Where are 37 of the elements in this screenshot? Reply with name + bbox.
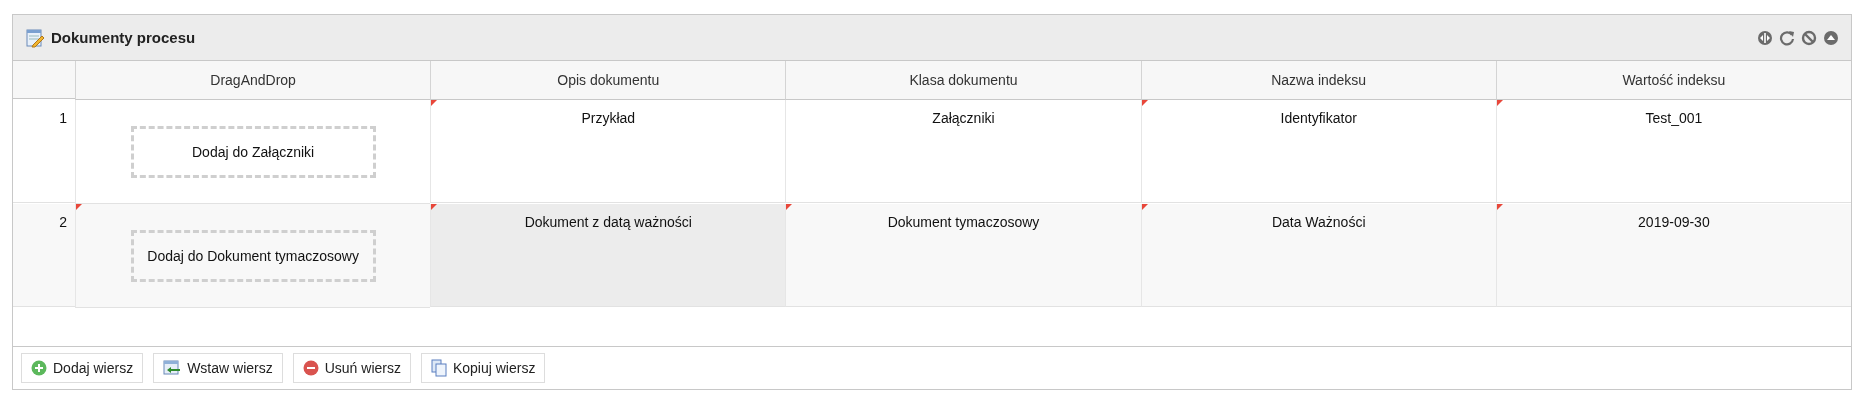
row-number: 2 — [13, 204, 75, 307]
copy-icon — [430, 359, 447, 377]
drop-zone[interactable]: Dodaj do Dokument tymaczosowy — [130, 229, 376, 282]
drop-zone[interactable]: Dodaj do Załączniki — [130, 125, 376, 178]
modified-marker — [76, 204, 82, 210]
refresh-icon[interactable] — [1779, 29, 1795, 46]
modified-marker — [786, 204, 793, 210]
cell-text: Data Ważności — [1271, 214, 1366, 230]
column-header[interactable]: Opis dokumentu — [430, 61, 786, 100]
cell-text: Przykład — [581, 110, 636, 126]
notepad-pencil-icon — [25, 27, 45, 48]
modified-marker — [1141, 100, 1148, 106]
column-header[interactable]: Wartość indeksu — [1495, 61, 1851, 100]
toolbar-button[interactable]: Wstaw wiersz — [153, 353, 283, 383]
cancel-icon[interactable] — [1801, 29, 1817, 46]
plus-icon — [31, 360, 47, 376]
cell-text: Dokument z datą ważności — [524, 214, 692, 230]
minus-icon — [302, 360, 319, 376]
cell-text: Test_001 — [1645, 110, 1703, 126]
column-header[interactable]: Klasa dokumentu — [785, 61, 1141, 100]
column-header[interactable]: DragAndDrop — [75, 61, 431, 100]
toolbar-button[interactable]: Usuń wiersz — [292, 353, 411, 383]
modified-marker — [431, 100, 438, 106]
cell-text: Dokument tymaczosowy — [887, 214, 1040, 230]
modified-marker — [1496, 204, 1503, 210]
column-header[interactable]: Nazwa indeksu — [1140, 61, 1496, 100]
cell-text: 2019-09-30 — [1638, 214, 1710, 230]
panel-title: Dokumenty procesu — [51, 29, 196, 46]
modified-marker — [1496, 100, 1503, 106]
cell-text: Identyfikator — [1280, 110, 1357, 126]
resize-icon[interactable] — [1757, 29, 1773, 46]
cell-text: Załączniki — [932, 110, 995, 126]
modified-marker — [1141, 204, 1148, 210]
modified-marker — [431, 204, 438, 210]
collapse-icon[interactable] — [1823, 29, 1839, 46]
toolbar-button[interactable]: Kopiuj wiersz — [420, 353, 546, 383]
toolbar-button[interactable]: Dodaj wiersz — [21, 353, 144, 383]
